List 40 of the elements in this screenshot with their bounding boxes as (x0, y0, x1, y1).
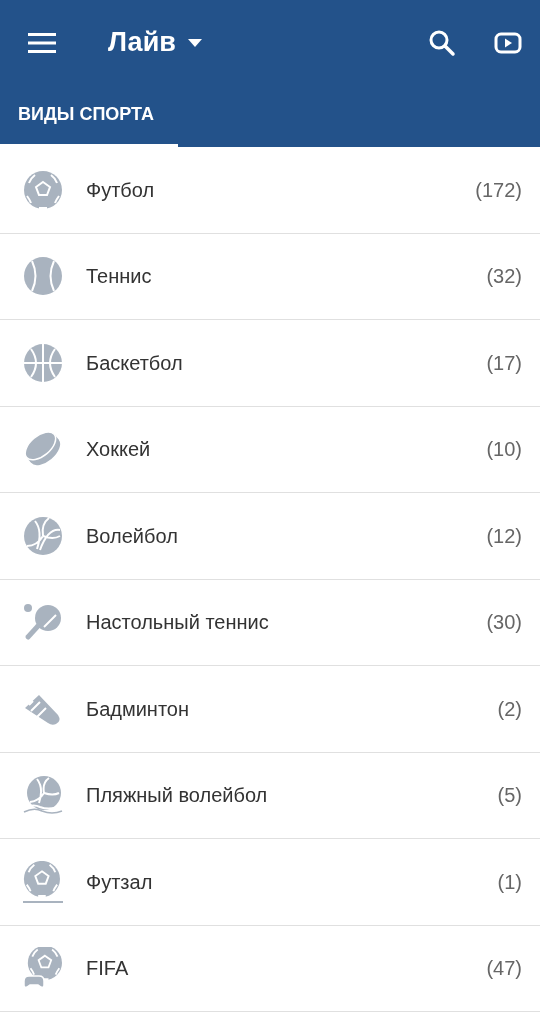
sport-row[interactable]: Бадминтон (2) (0, 666, 540, 753)
sport-name: Футзал (86, 869, 153, 895)
volleyball-icon (22, 514, 64, 557)
sport-name: Теннис (86, 264, 152, 290)
sport-row[interactable]: Футбол (172) (0, 147, 540, 234)
event-count: (12) (486, 523, 522, 549)
sport-row[interactable]: Хоккей (10) (0, 406, 540, 493)
sport-row[interactable]: Пляжный волейбол (5) (0, 752, 540, 839)
screen-title[interactable]: Лайв (108, 22, 176, 63)
sport-name: Волейбол (86, 523, 178, 549)
event-count: (172) (475, 177, 522, 203)
event-count: (1) (497, 869, 522, 895)
sport-row[interactable]: Волейбол (12) (0, 493, 540, 580)
event-count: (47) (486, 956, 522, 982)
event-count: (2) (497, 696, 522, 722)
sports-tab[interactable]: ВИДЫ СПОРТА (0, 85, 178, 147)
event-count: (17) (486, 350, 522, 376)
tennis-ball-icon (22, 255, 64, 298)
sport-name: Бадминтон (86, 696, 189, 722)
sport-row[interactable]: Баскетбол (17) (0, 320, 540, 407)
sport-name: Баскетбол (86, 350, 183, 376)
event-count: (32) (486, 264, 522, 290)
event-count: (10) (486, 437, 522, 463)
volleyball-icon (22, 774, 64, 817)
basketball-icon (22, 341, 64, 384)
sport-row[interactable]: Теннис (32) (0, 233, 540, 320)
sport-row[interactable]: Футзал (1) (0, 839, 540, 926)
sport-row[interactable]: Настольный теннис (30) (0, 579, 540, 666)
soccer-ball-icon (22, 860, 64, 903)
sport-row[interactable]: FIFA (47) (0, 925, 540, 1012)
sport-name: Пляжный волейбол (86, 783, 268, 809)
sport-name: Настольный теннис (86, 610, 269, 636)
sport-name: FIFA (86, 956, 129, 982)
caret-icon[interactable] (187, 38, 202, 47)
event-count: (5) (497, 783, 522, 809)
sport-name: Футбол (86, 177, 155, 203)
soccer-ball-icon (22, 168, 64, 211)
sport-name: Хоккей (86, 437, 151, 463)
soccer-ball-icon (22, 947, 64, 990)
event-count: (30) (486, 610, 522, 636)
